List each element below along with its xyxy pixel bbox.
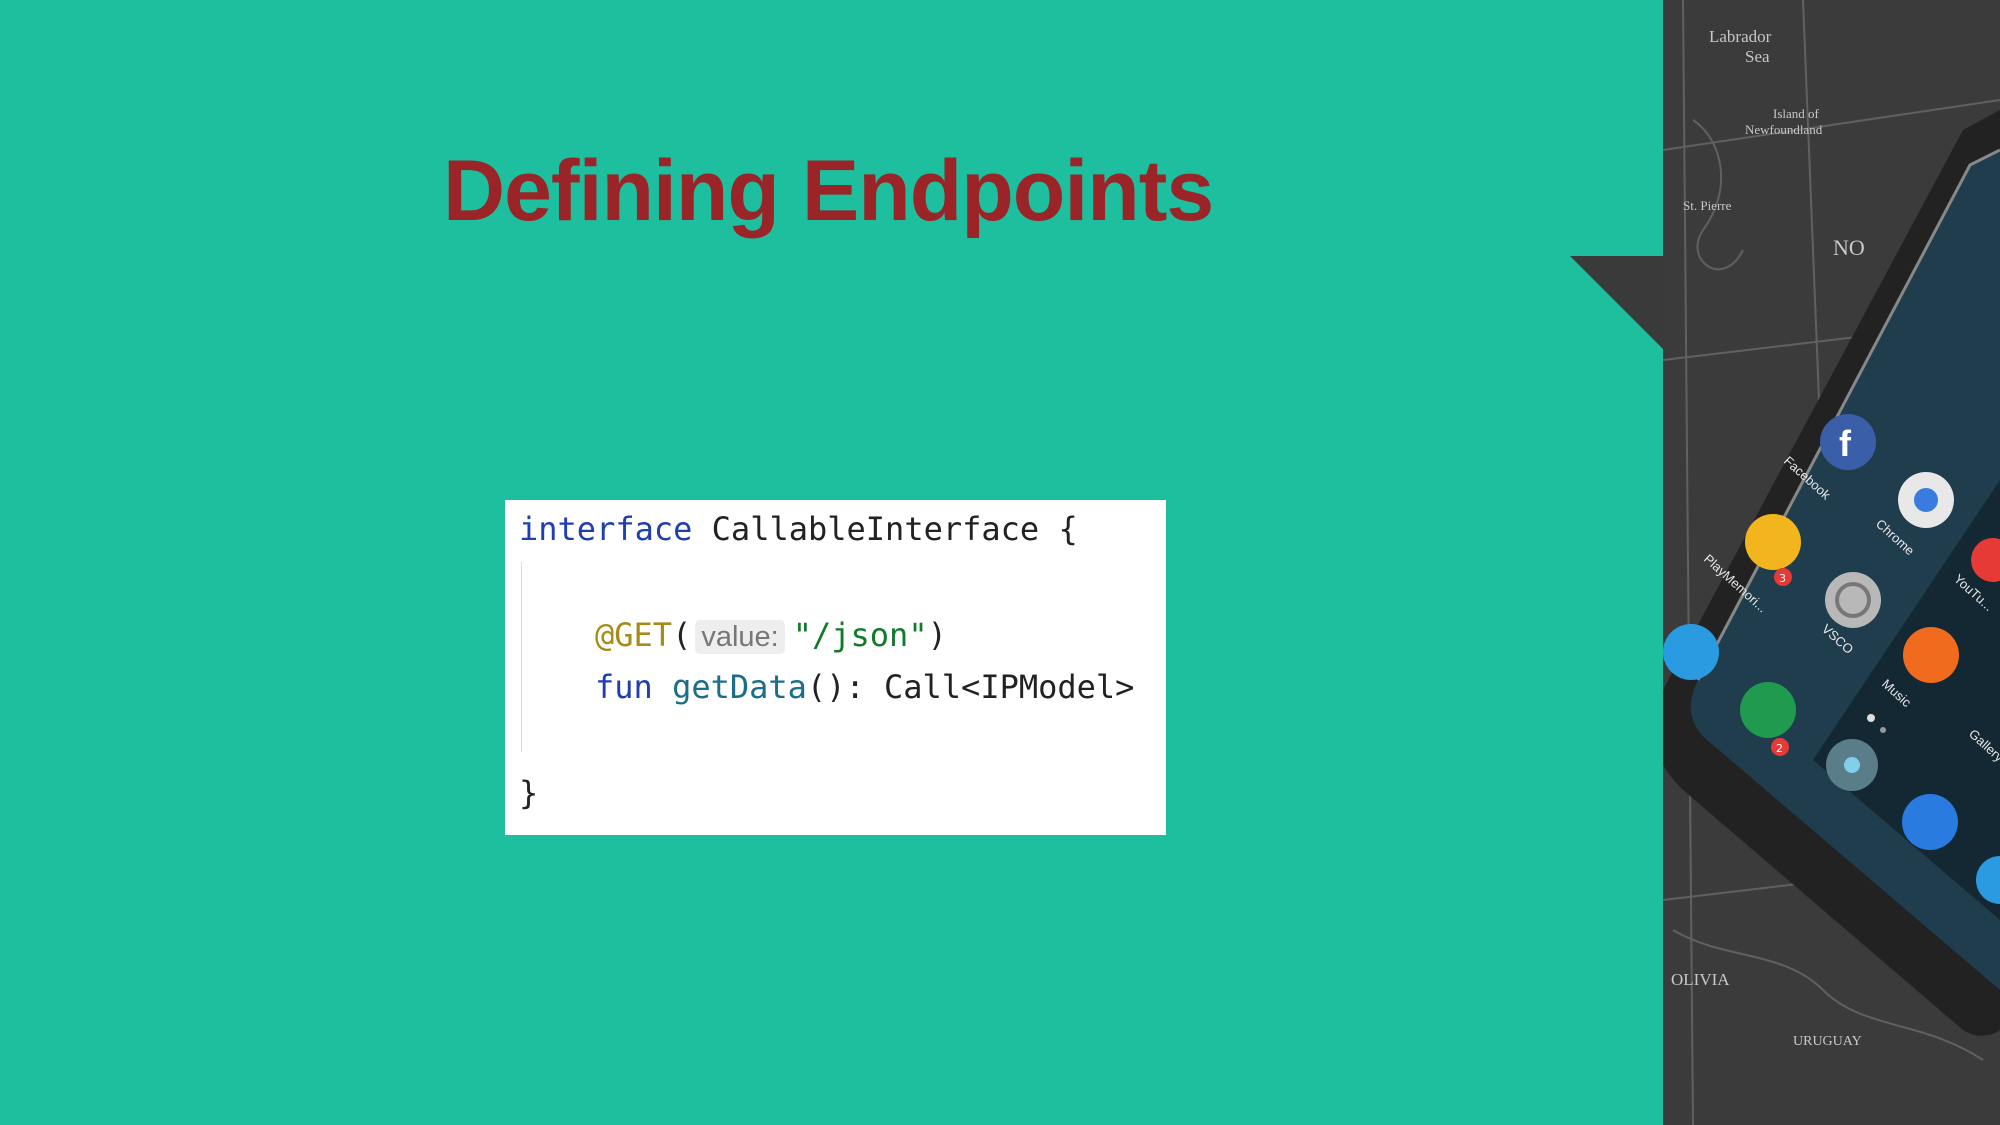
map-label: Sea — [1745, 47, 1770, 66]
slide-title: Defining Endpoints — [443, 143, 1214, 239]
code-function-name: getData — [672, 668, 807, 706]
code-line-close: } — [519, 774, 538, 812]
code-return-type: (): Call<IPModel> — [806, 668, 1135, 706]
badge: 3 — [1779, 572, 1786, 585]
map-label: Island of — [1773, 106, 1820, 121]
vsco-icon — [1825, 572, 1881, 628]
map-label: URUGUAY — [1793, 1034, 1862, 1049]
code-keyword-fun: fun — [595, 668, 653, 706]
code-line-fun: fun getData(): Call<IPModel> — [595, 668, 1134, 706]
svg-text:f: f — [1839, 423, 1852, 464]
map-label: Labrador — [1709, 27, 1772, 46]
code-paren-open: ( — [672, 616, 692, 654]
decorative-photo: Labrador Sea Island of Newfoundland St. … — [1663, 0, 2000, 1125]
hangouts-icon — [1740, 682, 1796, 738]
code-keyword-interface: interface — [519, 510, 693, 548]
code-paren-close: ) — [927, 616, 947, 654]
music-icon — [1903, 627, 1959, 683]
indent-guide — [521, 562, 522, 752]
code-annotation-get: @GET — [595, 616, 673, 654]
map-label: Newfoundland — [1745, 122, 1823, 137]
map-label: St. Pierre — [1683, 198, 1732, 213]
phone-icon — [1902, 794, 1958, 850]
badge: 2 — [1776, 742, 1783, 755]
decorative-notch — [1570, 256, 1670, 356]
code-line-get: @GET(value: "/json") — [595, 616, 947, 654]
code-closing-brace: } — [519, 774, 539, 812]
map-and-phone-image: Labrador Sea Island of Newfoundland St. … — [1663, 0, 2000, 1125]
playmemories-icon — [1745, 514, 1801, 570]
code-string-path: "/json" — [792, 616, 928, 654]
code-interface-name: CallableInterface { — [692, 510, 1078, 548]
messenger-icon — [1663, 624, 1719, 680]
code-param-hint: value: — [695, 620, 785, 654]
code-snippet: interface CallableInterface { @GET(value… — [505, 500, 1166, 835]
code-line-interface: interface CallableInterface { — [519, 510, 1078, 548]
map-label: NO — [1833, 235, 1865, 260]
map-label: OLIVIA — [1671, 970, 1730, 989]
